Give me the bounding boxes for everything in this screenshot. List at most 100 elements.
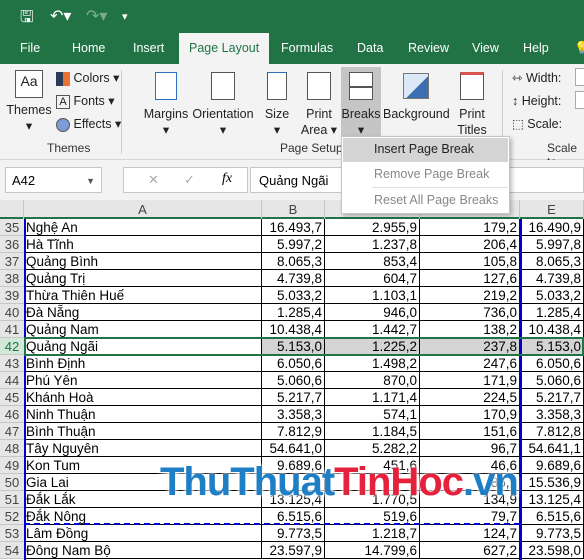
cell-e[interactable]: 16.490,9	[520, 219, 584, 236]
column-header-a[interactable]: A	[24, 200, 262, 219]
row-header[interactable]: 44	[0, 372, 24, 389]
tab-home[interactable]: Home	[72, 41, 105, 55]
cell-c[interactable]: 1.225,2	[325, 338, 420, 355]
row-header[interactable]: 41	[0, 321, 24, 338]
row-header[interactable]: 45	[0, 389, 24, 406]
row-header[interactable]: 49	[0, 457, 24, 474]
cell-b[interactable]: 5.033,2	[262, 287, 325, 304]
cell-e[interactable]: 9.773,5	[520, 525, 584, 542]
cell-d[interactable]: 237,8	[420, 338, 520, 355]
cell-a[interactable]: Ninh Thuận	[24, 406, 262, 423]
cell-c[interactable]: 14.799,6	[325, 542, 420, 559]
cell-d[interactable]: 736,0	[420, 304, 520, 321]
margins-button[interactable]: Margins ▾	[143, 70, 189, 138]
tab-page-layout[interactable]: Page Layout	[179, 33, 270, 65]
tab-formulas[interactable]: Formulas	[281, 41, 333, 55]
cell-d[interactable]: 127,6	[420, 270, 520, 287]
cell-d[interactable]: 138,2	[420, 321, 520, 338]
cell-b[interactable]: 10.438,4	[262, 321, 325, 338]
cell-e[interactable]: 5.060,6	[520, 372, 584, 389]
print-titles-button[interactable]: Print Titles	[454, 70, 490, 138]
insert-function-icon[interactable]: fx	[222, 171, 232, 187]
cell-e[interactable]: 5.033,2	[520, 287, 584, 304]
cell-d[interactable]: 105,8	[420, 253, 520, 270]
name-box[interactable]: A42 ▼	[5, 167, 102, 193]
tab-file[interactable]: File	[20, 41, 40, 55]
fonts-button[interactable]: A Fonts ▾	[56, 93, 115, 109]
cell-e[interactable]: 8.065,3	[520, 253, 584, 270]
row-header[interactable]: 48	[0, 440, 24, 457]
undo-icon[interactable]: ↶▾	[50, 6, 71, 26]
redo-icon[interactable]: ↷▾	[86, 6, 107, 26]
cell-b[interactable]: 8.065,3	[262, 253, 325, 270]
row-header[interactable]: 39	[0, 287, 24, 304]
cell-e[interactable]: 13.125,4	[520, 491, 584, 508]
tab-insert[interactable]: Insert	[133, 41, 164, 55]
row-header[interactable]: 53	[0, 525, 24, 542]
column-header-b[interactable]: B	[262, 200, 325, 219]
cell-e[interactable]: 1.285,4	[520, 304, 584, 321]
tab-review[interactable]: Review	[408, 41, 449, 55]
tab-data[interactable]: Data	[357, 41, 383, 55]
cell-c[interactable]: 1.237,8	[325, 236, 420, 253]
cell-d[interactable]: 170,9	[420, 406, 520, 423]
cell-d[interactable]: 219,2	[420, 287, 520, 304]
row-header[interactable]: 40	[0, 304, 24, 321]
cell-a[interactable]: Bình Thuận	[24, 423, 262, 440]
cell-c[interactable]: 1.171,4	[325, 389, 420, 406]
cell-d[interactable]: 179,2	[420, 219, 520, 236]
cell-e[interactable]: 5.217,7	[520, 389, 584, 406]
row-header[interactable]: 47	[0, 423, 24, 440]
cell-c[interactable]: 853,4	[325, 253, 420, 270]
save-icon[interactable]: 🖫	[20, 6, 34, 33]
cell-e[interactable]: 15.536,9	[520, 474, 584, 491]
cell-b[interactable]: 5.997,2	[262, 236, 325, 253]
column-header-e[interactable]: E	[520, 200, 584, 219]
cell-e[interactable]: 3.358,3	[520, 406, 584, 423]
cell-a[interactable]: Bình Định	[24, 355, 262, 372]
cell-d[interactable]: 206,4	[420, 236, 520, 253]
cell-a[interactable]: Quảng Bình	[24, 253, 262, 270]
cell-d[interactable]: 627,2	[420, 542, 520, 559]
cell-c[interactable]: 5.282,2	[325, 440, 420, 457]
width-select[interactable]	[575, 68, 584, 86]
cell-a[interactable]: Quảng Nam	[24, 321, 262, 338]
row-header[interactable]: 36	[0, 236, 24, 253]
effects-button[interactable]: Effects ▾	[56, 116, 121, 132]
cell-c[interactable]: 1.442,7	[325, 321, 420, 338]
cell-e[interactable]: 54.641,1	[520, 440, 584, 457]
height-select[interactable]	[575, 91, 584, 109]
cell-a[interactable]: Hà Tĩnh	[24, 236, 262, 253]
row-header[interactable]: 35	[0, 219, 24, 236]
print-area-button[interactable]: Print Area ▾	[300, 70, 338, 138]
cell-e[interactable]: 10.438,4	[520, 321, 584, 338]
menu-item-reset-all-page-breaks[interactable]: Reset All Page Breaks	[343, 189, 508, 213]
cell-a[interactable]: Khánh Hoà	[24, 389, 262, 406]
menu-item-insert-page-break[interactable]: Insert Page Break	[343, 138, 508, 162]
row-header[interactable]: 38	[0, 270, 24, 287]
row-header[interactable]: 54	[0, 542, 24, 559]
cell-b[interactable]: 9.773,5	[262, 525, 325, 542]
enter-icon[interactable]: ✓	[184, 172, 195, 188]
colors-button[interactable]: Colors ▾	[56, 70, 119, 86]
cell-b[interactable]: 16.493,7	[262, 219, 325, 236]
cell-e[interactable]: 6.050,6	[520, 355, 584, 372]
cell-a[interactable]: Đà Nẵng	[24, 304, 262, 321]
cell-b[interactable]: 4.739,8	[262, 270, 325, 287]
cell-b[interactable]: 6.050,6	[262, 355, 325, 372]
cell-d[interactable]: 224,5	[420, 389, 520, 406]
cell-d[interactable]: 171,9	[420, 372, 520, 389]
cell-a[interactable]: Lâm Đồng	[24, 525, 262, 542]
cell-c[interactable]: 2.955,9	[325, 219, 420, 236]
cell-e[interactable]: 6.515,6	[520, 508, 584, 525]
cell-c[interactable]: 1.218,7	[325, 525, 420, 542]
customize-icon[interactable]: ▾	[122, 10, 128, 23]
lightbulb-icon[interactable]: 💡	[574, 41, 584, 56]
cell-a[interactable]: Quảng Ngãi	[24, 338, 262, 355]
cancel-icon[interactable]: ✕	[148, 172, 159, 188]
cell-e[interactable]: 9.689,6	[520, 457, 584, 474]
cell-c[interactable]: 604,7	[325, 270, 420, 287]
select-all-button[interactable]	[0, 200, 24, 219]
cell-e[interactable]: 23.598,0	[520, 542, 584, 559]
cell-c[interactable]: 1.103,1	[325, 287, 420, 304]
